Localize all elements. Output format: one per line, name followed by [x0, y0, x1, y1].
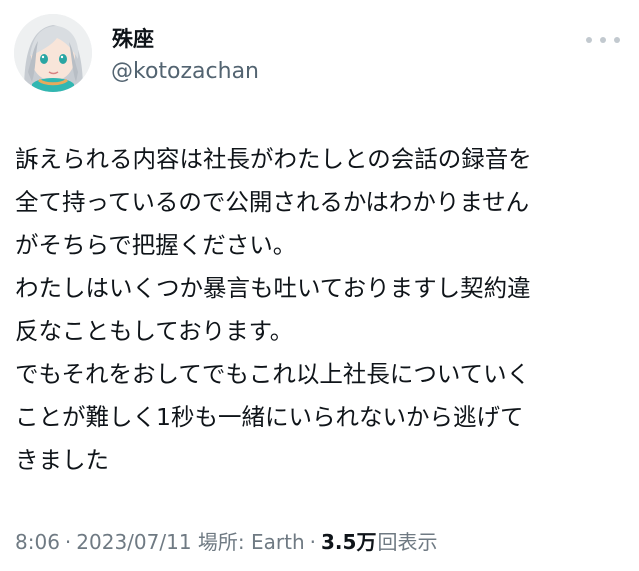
more-dot: [586, 37, 592, 43]
avatar-icon: [14, 14, 92, 92]
tweet-line: でもそれをおしてでもこれ以上社長についていく: [15, 360, 531, 388]
tweet-location: 場所: Earth: [197, 530, 305, 554]
tweet-text: 訴えられる内容は社長がわたしとの会話の録音を 全て持っているので公開されるかはわ…: [15, 138, 635, 482]
tweet-line: 全て持っているので公開されるかはわかりません: [15, 188, 530, 216]
tweet-date[interactable]: 2023/07/11: [76, 530, 191, 554]
tweet-line: がそちらで把握ください。: [15, 231, 297, 259]
tweet-line: 訴えられる内容は社長がわたしとの会話の録音を: [15, 145, 532, 173]
tweet-time[interactable]: 8:06: [15, 530, 60, 554]
view-label: 回表示: [377, 530, 438, 554]
more-dot: [600, 37, 606, 43]
more-icon[interactable]: [586, 30, 620, 50]
tweet-line: きました: [15, 446, 109, 474]
tweet-line: わたしはいくつか暴言も吐いておりますし契約違: [15, 274, 531, 302]
user-handle[interactable]: @kotozachan: [111, 58, 259, 86]
tweet-line: 反なこともしております。: [15, 317, 294, 345]
display-name[interactable]: 殊座: [112, 26, 154, 52]
avatar[interactable]: [14, 14, 92, 92]
tweet-line: ことが難しく1秒も一緒にいられないから逃げて: [15, 403, 524, 431]
view-count: 3.5万: [321, 530, 377, 554]
separator: ·: [309, 530, 317, 554]
tweet-metadata: 8:06 · 2023/07/11 場所: Earth · 3.5万回表示: [15, 524, 437, 560]
separator: ·: [64, 530, 72, 554]
more-dot: [614, 37, 620, 43]
